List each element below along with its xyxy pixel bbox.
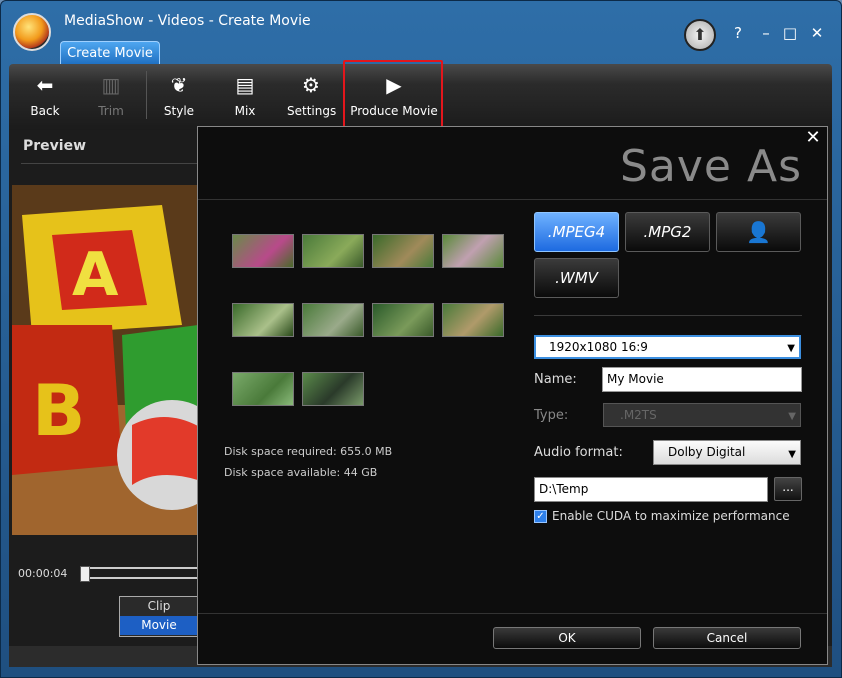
minimize-button[interactable]: – xyxy=(755,22,777,44)
app-window: MediaShow - Videos - Create Movie ⬆ ? – … xyxy=(0,0,842,678)
svg-text:A: A xyxy=(72,240,119,310)
dialog-title: Save As xyxy=(619,141,802,192)
upgrade-arrow-icon[interactable]: ⬆ xyxy=(684,19,716,51)
chevron-down-icon: ▼ xyxy=(787,343,795,354)
clip-thumbnail[interactable] xyxy=(232,234,294,268)
format-divider xyxy=(534,315,802,316)
scrubber-handle[interactable] xyxy=(80,566,90,582)
back-arrow-icon: ⬅ xyxy=(36,73,54,97)
resolution-value: 1920x1080 16:9 xyxy=(549,340,648,354)
browse-button[interactable]: ... xyxy=(774,477,802,501)
clip-thumbnail[interactable] xyxy=(442,303,504,337)
style-button[interactable]: ❦ Style xyxy=(157,68,201,126)
cuda-label: Enable CUDA to maximize performance xyxy=(552,509,790,523)
format-device-button[interactable]: 👤 xyxy=(716,212,801,252)
mix-label: Mix xyxy=(234,104,256,118)
chevron-down-icon: ▼ xyxy=(788,449,796,460)
format-mpeg4-button[interactable]: .MPEG4 xyxy=(534,212,619,252)
maximize-button[interactable]: □ xyxy=(779,22,801,44)
film-trim-icon: ▥ xyxy=(101,73,121,97)
output-path-input[interactable]: D:\Temp xyxy=(534,477,768,502)
tab-create-movie[interactable]: Create Movie xyxy=(60,41,160,65)
preview-divider xyxy=(21,163,201,164)
back-button[interactable]: ⬅ Back xyxy=(23,68,67,126)
clip-thumbnail[interactable] xyxy=(302,372,364,406)
dialog-divider xyxy=(198,199,827,200)
clip-thumbnail[interactable] xyxy=(372,303,434,337)
timecode: 00:00:04 xyxy=(18,567,68,580)
audio-format-value: Dolby Digital xyxy=(668,445,746,459)
toolbar-divider xyxy=(146,71,147,119)
timeline-scrubber[interactable] xyxy=(86,567,206,579)
clip-thumbnail[interactable] xyxy=(442,234,504,268)
disk-space-required: Disk space required: 655.0 MB xyxy=(224,445,393,458)
dialog-footer-divider xyxy=(198,613,827,614)
ribbon-bow-icon: ❦ xyxy=(170,73,188,97)
preview-video-frame: A B xyxy=(12,185,198,535)
clip-thumbnail[interactable] xyxy=(232,372,294,406)
settings-label: Settings xyxy=(287,104,337,118)
trim-button[interactable]: ▥ Trim xyxy=(91,68,131,126)
cancel-button[interactable]: Cancel xyxy=(653,627,801,649)
person-film-icon: 👤 xyxy=(746,220,771,244)
trim-label: Trim xyxy=(98,104,124,118)
clip-mode-option[interactable]: Clip xyxy=(120,597,198,616)
svg-text:B: B xyxy=(32,370,85,452)
format-mpg2-button[interactable]: .MPG2 xyxy=(625,212,710,252)
audio-format-label: Audio format: xyxy=(534,445,623,460)
preview-heading: Preview xyxy=(23,138,87,154)
format-wmv-button[interactable]: .WMV xyxy=(534,258,619,298)
clip-thumbnail[interactable] xyxy=(302,234,364,268)
help-button[interactable]: ? xyxy=(727,22,749,44)
type-value: .M2TS xyxy=(620,408,657,422)
mix-film-icon: ▤ xyxy=(235,73,255,97)
clip-movie-toggle: Clip Movie xyxy=(119,596,199,637)
settings-button[interactable]: ⚙ Settings xyxy=(287,68,337,126)
type-select[interactable]: .M2TS ▼ xyxy=(603,403,801,427)
clip-thumbnail[interactable] xyxy=(302,303,364,337)
title-bar: MediaShow - Videos - Create Movie ⬆ ? – … xyxy=(1,1,841,51)
app-logo-icon[interactable] xyxy=(13,13,51,51)
resolution-select[interactable]: 1920x1080 16:9 ▼ xyxy=(534,335,801,359)
close-window-button[interactable]: ✕ xyxy=(806,22,828,44)
movie-mode-option[interactable]: Movie xyxy=(120,616,198,635)
mix-button[interactable]: ▤ Mix xyxy=(225,68,265,126)
save-as-dialog: ✕ Save As Disk space required: 655.0 MB … xyxy=(197,126,828,665)
ok-button[interactable]: OK xyxy=(493,627,641,649)
window-title: MediaShow - Videos - Create Movie xyxy=(64,13,311,29)
chevron-down-icon: ▼ xyxy=(788,411,796,422)
clip-thumbnail[interactable] xyxy=(232,303,294,337)
gear-icon: ⚙ xyxy=(302,73,320,97)
audio-format-select[interactable]: Dolby Digital ▼ xyxy=(653,440,801,465)
cuda-checkbox[interactable]: ✓ xyxy=(534,510,547,523)
back-label: Back xyxy=(30,104,60,118)
dialog-close-button[interactable]: ✕ xyxy=(804,129,822,147)
disk-space-available: Disk space available: 44 GB xyxy=(224,466,378,479)
produce-movie-highlight xyxy=(343,60,443,128)
style-label: Style xyxy=(163,104,195,118)
type-label: Type: xyxy=(534,408,569,423)
clip-thumbnail[interactable] xyxy=(372,234,434,268)
name-input[interactable]: My Movie xyxy=(602,367,802,392)
name-label: Name: xyxy=(534,372,577,387)
